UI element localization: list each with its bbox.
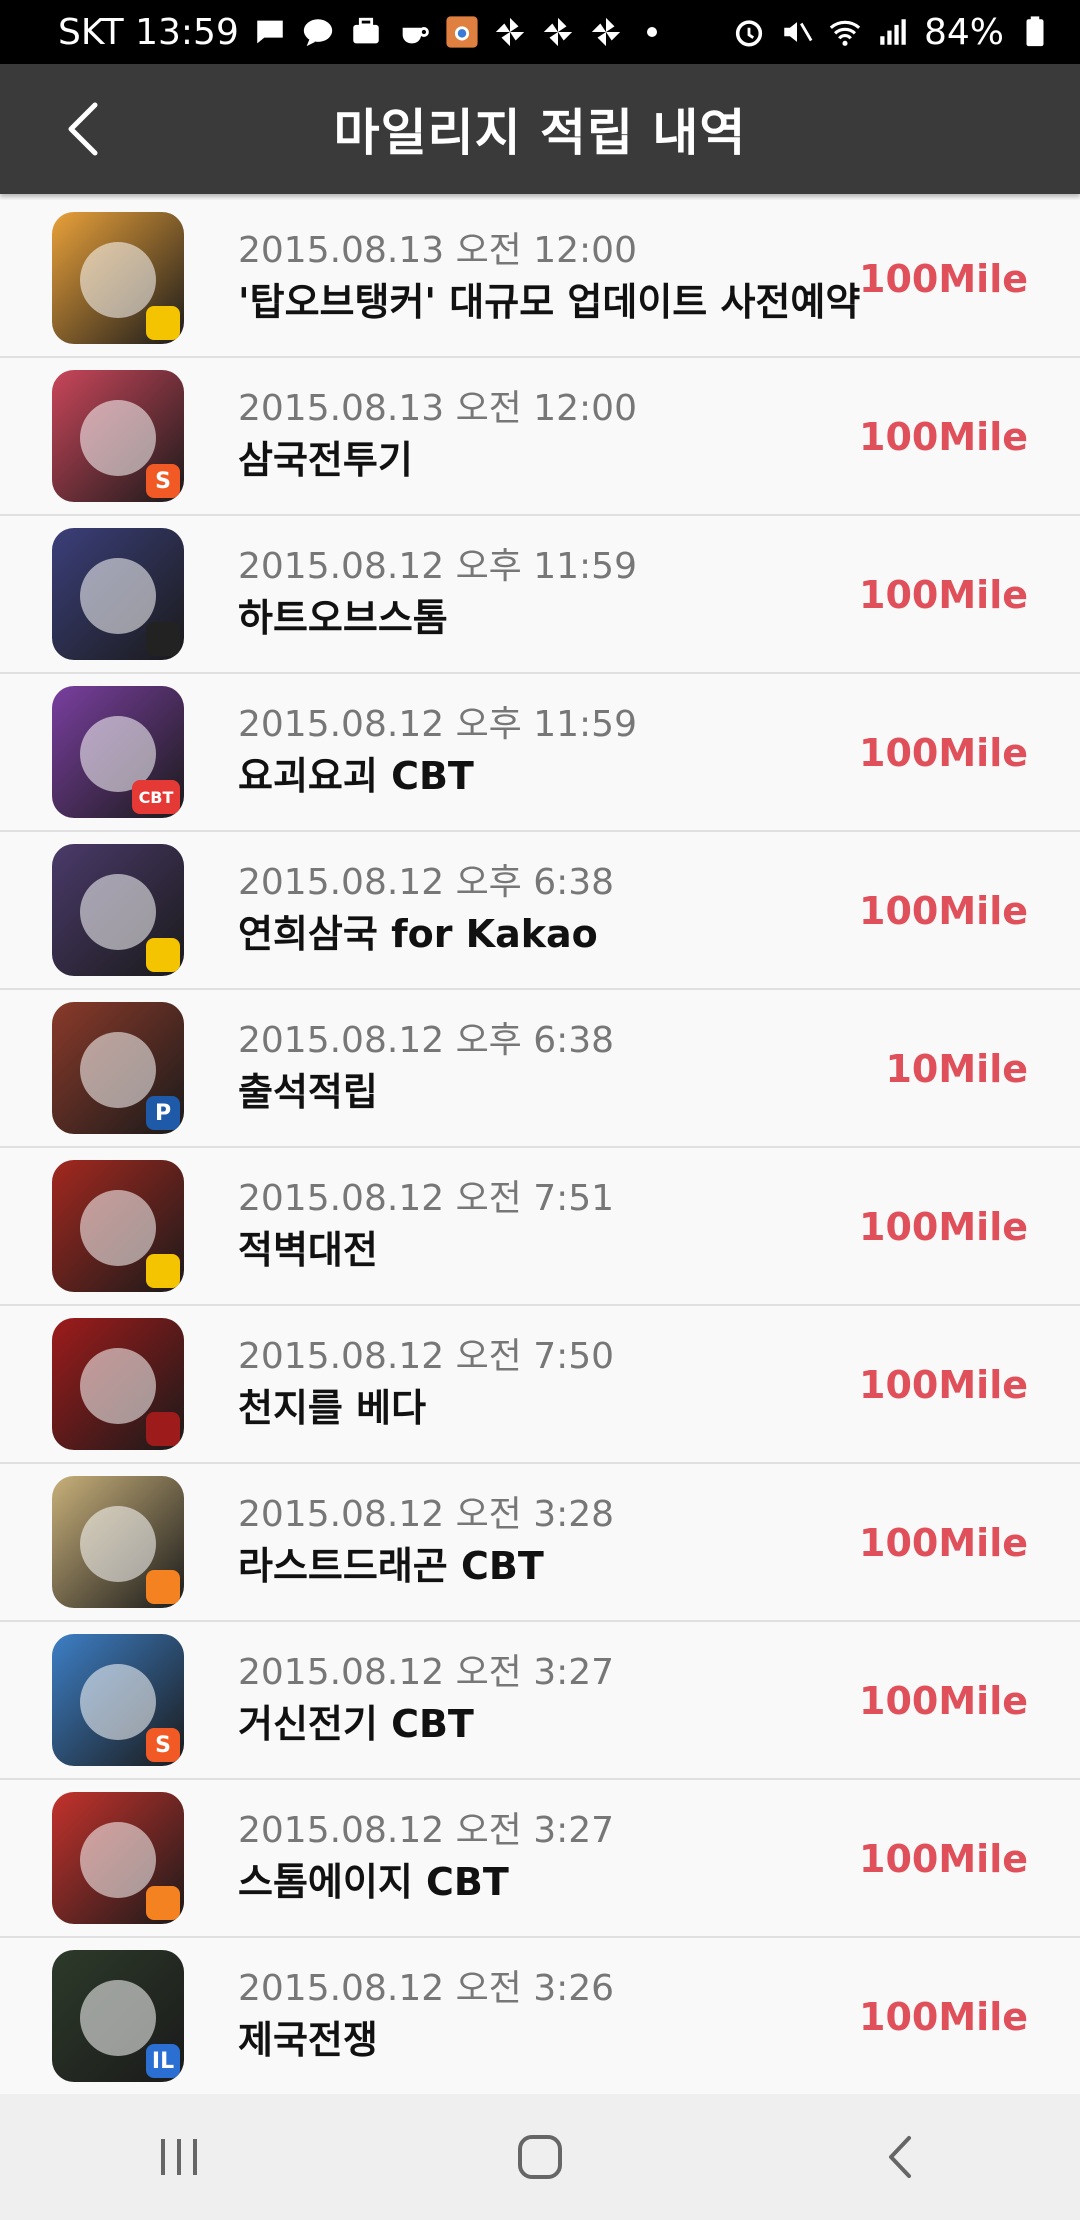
recent-apps-icon <box>161 2139 197 2175</box>
game-icon <box>52 1160 184 1292</box>
chevron-left-icon <box>68 102 98 156</box>
platform-badge-icon <box>146 1254 180 1288</box>
game-art <box>80 1190 156 1266</box>
platform-badge-icon <box>146 306 180 340</box>
game-art <box>80 1506 156 1582</box>
platform-badge-icon <box>146 1412 180 1446</box>
game-art <box>80 1822 156 1898</box>
platform-badge-icon <box>146 1886 180 1920</box>
mileage-amount: 100Mile <box>859 1679 1028 1723</box>
list-item[interactable]: 2015.08.12 오후 11:59 하트오브스톰 100Mile <box>0 516 1080 674</box>
talk-icon <box>301 15 335 49</box>
game-icon <box>52 1318 184 1450</box>
wifi-icon <box>828 15 862 49</box>
game-icon <box>52 844 184 976</box>
platform-badge-icon: CBT <box>132 780 180 814</box>
platform-badge-icon <box>146 1570 180 1604</box>
list-item[interactable]: 2015.08.12 오전 3:28 라스트드래곤 CBT 100Mile <box>0 1464 1080 1622</box>
game-art <box>80 1980 156 2056</box>
list-item[interactable]: 2015.08.12 오전 7:51 적벽대전 100Mile <box>0 1148 1080 1306</box>
status-right: 84% <box>732 12 1052 53</box>
game-icon: CBT <box>52 686 184 818</box>
platform-badge-icon: P <box>146 1096 180 1130</box>
list-item[interactable]: 2015.08.12 오후 6:38 연희삼국 for Kakao 100Mile <box>0 832 1080 990</box>
mileage-amount: 100Mile <box>859 1363 1028 1407</box>
game-icon: S <box>52 370 184 502</box>
mileage-amount: 100Mile <box>859 1837 1028 1881</box>
page-title: 마일리지 적립 내역 <box>333 104 747 162</box>
mileage-amount: 100Mile <box>859 1205 1028 1249</box>
mileage-amount: 100Mile <box>859 889 1028 933</box>
mileage-amount: 100Mile <box>859 1521 1028 1565</box>
game-icon <box>52 212 184 344</box>
list-item[interactable]: 2015.08.12 오전 7:50 천지를 베다 100Mile <box>0 1306 1080 1464</box>
mileage-history-list: 2015.08.13 오전 12:00 '탑오브탱커' 대규모 업데이트 사전예약… <box>0 200 1080 2096</box>
alarm-icon <box>732 15 766 49</box>
list-item[interactable]: S 2015.08.12 오전 3:27 거신전기 CBT 100Mile <box>0 1622 1080 1780</box>
navigation-bar <box>0 2094 1080 2220</box>
mileage-amount: 100Mile <box>859 573 1028 617</box>
mileage-amount: 100Mile <box>859 415 1028 459</box>
app-bar: 마일리지 적립 내역 <box>0 64 1080 194</box>
pinwheel-icon <box>541 15 575 49</box>
game-art <box>80 874 156 950</box>
game-icon: IL <box>52 1950 184 2082</box>
home-button[interactable] <box>490 2117 590 2197</box>
platform-badge-icon: S <box>146 464 180 498</box>
game-art <box>80 1664 156 1740</box>
game-icon: S <box>52 1634 184 1766</box>
mileage-amount: 100Mile <box>859 731 1028 775</box>
notification-dot-icon <box>646 27 657 37</box>
list-item[interactable]: IL 2015.08.12 오전 3:26 제국전쟁 100Mile <box>0 1938 1080 2096</box>
game-icon <box>52 1792 184 1924</box>
recent-apps-button[interactable] <box>130 2117 230 2197</box>
carrier-time: SKT 13:59 <box>58 11 239 53</box>
home-icon <box>518 2135 562 2179</box>
mileage-amount: 10Mile <box>885 1047 1028 1091</box>
status-bar: SKT 13:59 84% <box>0 0 1080 64</box>
signal-icon <box>876 15 910 49</box>
nav-back-button[interactable] <box>850 2117 950 2197</box>
status-left: SKT 13:59 <box>58 12 667 53</box>
platform-badge-icon <box>146 938 180 972</box>
game-icon: P <box>52 1002 184 1134</box>
game-art <box>80 1032 156 1108</box>
pinwheel-icon <box>589 15 623 49</box>
list-item[interactable]: 2015.08.13 오전 12:00 '탑오브탱커' 대규모 업데이트 사전예약… <box>0 200 1080 358</box>
platform-badge-icon <box>146 622 180 656</box>
cup-icon <box>397 15 431 49</box>
game-icon <box>52 1476 184 1608</box>
platform-badge-icon: IL <box>146 2044 180 2078</box>
mileage-amount: 100Mile <box>859 1995 1028 2039</box>
game-art <box>80 242 156 318</box>
pinwheel-icon <box>493 15 527 49</box>
platform-badge-icon: S <box>146 1728 180 1762</box>
game-art <box>80 1348 156 1424</box>
mute-icon <box>780 15 814 49</box>
camera-icon <box>445 15 479 49</box>
game-icon <box>52 528 184 660</box>
battery-percent: 84% <box>923 11 1004 53</box>
battery-icon <box>1018 15 1052 49</box>
back-button[interactable] <box>48 94 118 164</box>
mileage-amount: 100Mile <box>859 257 1028 301</box>
message-icon <box>253 15 287 49</box>
list-item[interactable]: S 2015.08.13 오전 12:00 삼국전투기 100Mile <box>0 358 1080 516</box>
briefcase-icon <box>349 15 383 49</box>
list-item[interactable]: 2015.08.12 오전 3:27 스톰에이지 CBT 100Mile <box>0 1780 1080 1938</box>
game-art <box>80 558 156 634</box>
list-item[interactable]: CBT 2015.08.12 오후 11:59 요괴요괴 CBT 100Mile <box>0 674 1080 832</box>
game-art <box>80 400 156 476</box>
back-icon <box>889 2136 911 2178</box>
list-item[interactable]: P 2015.08.12 오후 6:38 출석적립 10Mile <box>0 990 1080 1148</box>
